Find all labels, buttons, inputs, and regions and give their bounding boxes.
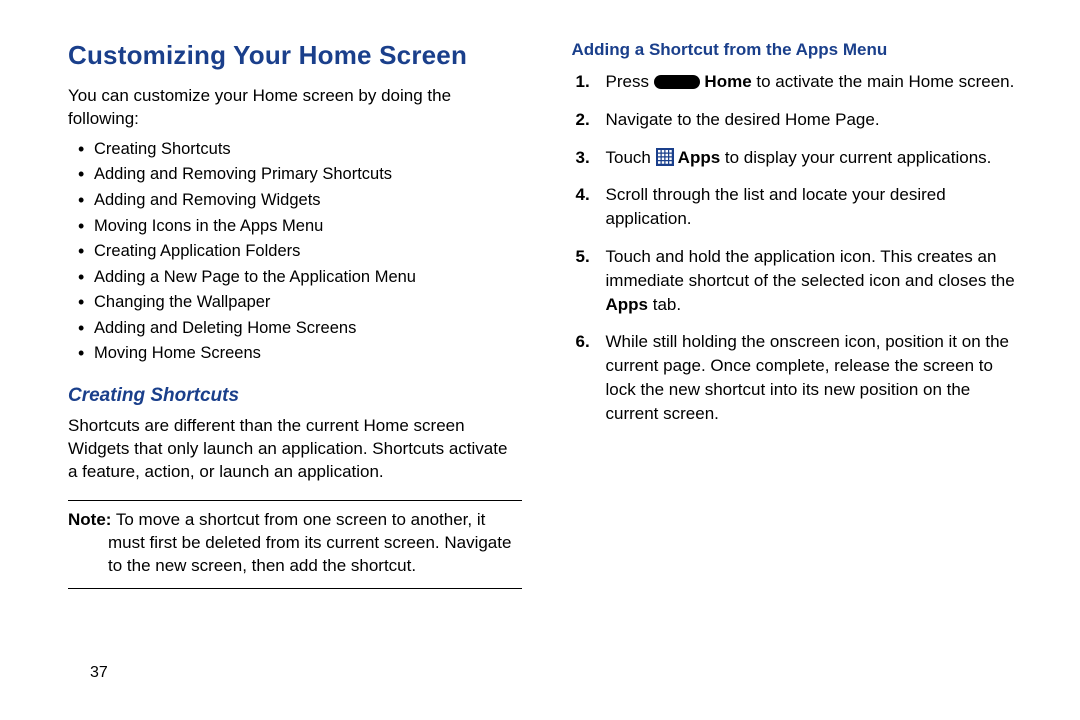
step-2: Navigate to the desired Home Page. bbox=[572, 108, 1026, 132]
step-text: to display your current applications. bbox=[720, 148, 991, 167]
intro-text: You can customize your Home screen by do… bbox=[68, 85, 522, 131]
page-title: Customizing Your Home Screen bbox=[68, 40, 522, 71]
list-item: Creating Shortcuts bbox=[78, 137, 522, 163]
right-column: Adding a Shortcut from the Apps Menu Pre… bbox=[572, 40, 1026, 690]
document-page: Customizing Your Home Screen You can cus… bbox=[0, 0, 1080, 720]
step-4: Scroll through the list and locate your … bbox=[572, 183, 1026, 231]
list-item: Adding and Deleting Home Screens bbox=[78, 316, 522, 342]
creating-shortcuts-body: Shortcuts are different than the current… bbox=[68, 415, 522, 484]
list-item: Adding and Removing Primary Shortcuts bbox=[78, 162, 522, 188]
apps-grid-icon bbox=[656, 148, 674, 166]
step-6: While still holding the onscreen icon, p… bbox=[572, 330, 1026, 425]
step-1: Press Home to activate the main Home scr… bbox=[572, 70, 1026, 94]
step-text: Touch and hold the application icon. Thi… bbox=[606, 247, 1015, 290]
list-item: Moving Home Screens bbox=[78, 341, 522, 367]
step-5: Touch and hold the application icon. Thi… bbox=[572, 245, 1026, 316]
list-item: Adding and Removing Widgets bbox=[78, 188, 522, 214]
step-text: Press bbox=[606, 72, 654, 91]
customize-bullet-list: Creating Shortcuts Adding and Removing P… bbox=[68, 137, 522, 367]
note-text: Note: To move a shortcut from one screen… bbox=[68, 509, 522, 578]
adding-shortcut-heading: Adding a Shortcut from the Apps Menu bbox=[572, 40, 1026, 60]
left-column: Customizing Your Home Screen You can cus… bbox=[68, 40, 522, 690]
home-label: Home bbox=[700, 72, 752, 91]
step-text: Touch bbox=[606, 148, 656, 167]
step-text: tab. bbox=[648, 295, 681, 314]
list-item: Moving Icons in the Apps Menu bbox=[78, 214, 522, 240]
home-key-icon bbox=[654, 75, 700, 89]
creating-shortcuts-heading: Creating Shortcuts bbox=[68, 385, 522, 407]
note-block: Note: To move a shortcut from one screen… bbox=[68, 500, 522, 589]
apps-tab-label: Apps bbox=[606, 295, 649, 314]
note-body: To move a shortcut from one screen to an… bbox=[108, 510, 511, 575]
list-item: Changing the Wallpaper bbox=[78, 290, 522, 316]
note-label: Note: bbox=[68, 510, 111, 529]
steps-list: Press Home to activate the main Home scr… bbox=[572, 70, 1026, 426]
step-text: to activate the main Home screen. bbox=[752, 72, 1015, 91]
list-item: Adding a New Page to the Application Men… bbox=[78, 265, 522, 291]
page-number: 37 bbox=[90, 664, 108, 682]
apps-label: Apps bbox=[674, 148, 721, 167]
step-3: Touch Apps to display your current appli… bbox=[572, 146, 1026, 170]
list-item: Creating Application Folders bbox=[78, 239, 522, 265]
